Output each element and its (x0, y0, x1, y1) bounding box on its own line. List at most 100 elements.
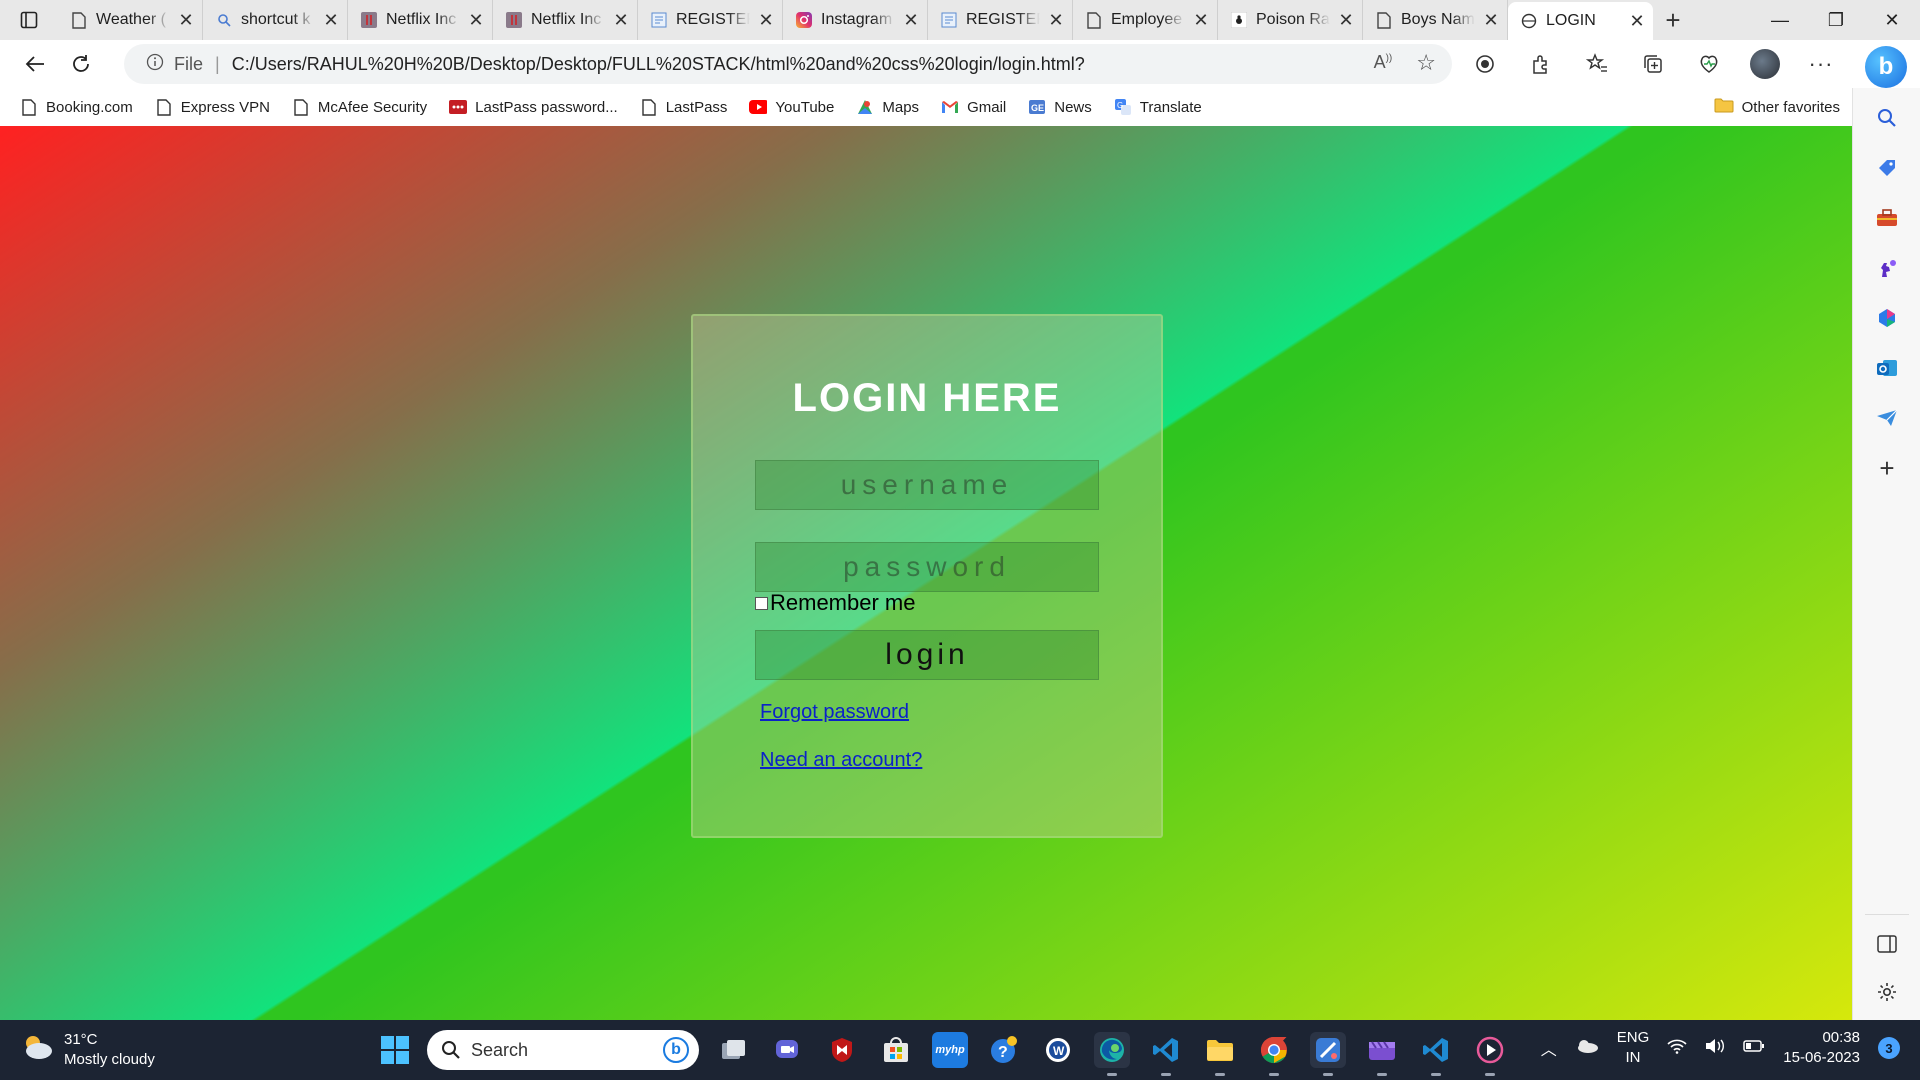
close-tab-icon[interactable]: ✕ (1048, 10, 1064, 31)
favorites-icon[interactable] (1580, 46, 1614, 82)
task-view-icon[interactable] (716, 1032, 752, 1068)
close-tab-icon[interactable]: ✕ (323, 10, 339, 31)
bookmark-youtube[interactable]: YouTube (749, 98, 834, 116)
clipchamp-icon[interactable] (1364, 1032, 1400, 1076)
remember-checkbox[interactable] (755, 596, 768, 610)
tab-employee[interactable]: Employee ✕ (1073, 0, 1218, 40)
new-tab-button[interactable]: + (1653, 5, 1693, 36)
clock[interactable]: 00:38 15-06-2023 (1783, 1028, 1860, 1068)
username-input[interactable]: username (755, 460, 1099, 510)
copilot-button[interactable]: b (1865, 46, 1907, 88)
edge-browser-icon[interactable] (1094, 1032, 1130, 1076)
forgot-password-link[interactable]: Forgot password (760, 701, 909, 724)
tools-icon[interactable] (1873, 204, 1901, 232)
language-indicator[interactable]: ENG IN (1617, 1028, 1650, 1068)
restore-button[interactable]: ❐ (1808, 0, 1864, 40)
chevron-up-icon[interactable]: ︿ (1541, 1036, 1557, 1060)
close-tab-icon[interactable]: ✕ (758, 10, 774, 31)
back-arrow-icon (25, 56, 44, 72)
battery-icon[interactable] (1743, 1039, 1765, 1057)
hide-sidebar-icon[interactable] (1873, 930, 1901, 958)
other-favorites[interactable]: Other favorites (1714, 97, 1840, 117)
need-account-link[interactable]: Need an account? (760, 749, 922, 772)
close-tab-icon[interactable]: ✕ (1338, 10, 1354, 31)
bookmark-maps[interactable]: Maps (856, 98, 919, 116)
back-button[interactable] (12, 44, 58, 84)
bookmark-gmail[interactable]: Gmail (941, 98, 1006, 116)
ant-icon (1230, 11, 1248, 29)
close-tab-icon[interactable]: ✕ (178, 10, 194, 31)
add-icon[interactable]: + (1873, 453, 1901, 483)
close-tab-icon[interactable]: ✕ (1193, 10, 1209, 31)
login-button[interactable]: login (755, 630, 1099, 680)
minimize-button[interactable]: — (1752, 0, 1808, 40)
tab-login[interactable]: LOGIN ✕ (1508, 2, 1653, 40)
refresh-button[interactable] (58, 44, 104, 84)
refresh-icon (73, 55, 89, 72)
url-text[interactable]: C:/Users/RAHUL%20H%20B/Desktop/Desktop/F… (232, 54, 1085, 75)
tab-poison[interactable]: Poison Ra ✕ (1218, 0, 1363, 40)
send-icon[interactable] (1873, 404, 1901, 432)
close-window-button[interactable]: ✕ (1864, 0, 1920, 40)
profile-avatar[interactable] (1748, 46, 1782, 82)
tab-instagram[interactable]: Instagram ✕ (783, 0, 928, 40)
tab-weather[interactable]: Weather ( ✕ (58, 0, 203, 40)
get-help-icon[interactable]: ? (986, 1032, 1022, 1068)
games-icon[interactable] (1873, 254, 1901, 282)
wifi-icon[interactable] (1667, 1038, 1687, 1058)
microsoft-store-icon[interactable] (878, 1032, 914, 1068)
bookmark-lastpass-password[interactable]: LastPass password... (449, 98, 618, 116)
volume-icon[interactable] (1705, 1038, 1725, 1058)
bookmark-news[interactable]: GE News (1028, 98, 1092, 116)
read-aloud-icon[interactable]: A)) (1374, 52, 1393, 74)
sidebar-settings-icon[interactable] (1873, 978, 1901, 1006)
browser-essentials-icon[interactable] (1692, 46, 1726, 82)
mcafee-icon[interactable] (824, 1032, 860, 1068)
start-button[interactable] (377, 1032, 413, 1068)
collections-icon[interactable] (1636, 46, 1670, 82)
notification-badge[interactable]: 3 (1878, 1037, 1900, 1059)
chrome-icon[interactable] (1256, 1032, 1292, 1076)
tab-title: Netflix Inc (386, 11, 457, 28)
snipping-tool-icon[interactable] (1310, 1032, 1346, 1076)
more-options-icon[interactable]: ··· (1804, 46, 1838, 82)
file-explorer-icon[interactable] (1202, 1032, 1238, 1076)
tab-boys-names[interactable]: Boys Nam ✕ (1363, 0, 1508, 40)
address-bar[interactable]: File | C:/Users/RAHUL%20H%20B/Desktop/De… (124, 44, 1452, 84)
system-tray: ︿ ENG IN 00:38 15-06-2023 3 (1541, 1028, 1900, 1068)
vscode-icon[interactable] (1418, 1032, 1454, 1076)
tab-register-2[interactable]: REGISTER ✕ (928, 0, 1073, 40)
tab-netflix-1[interactable]: Netflix Inc ✕ (348, 0, 493, 40)
extensions-icon[interactable] (1524, 46, 1558, 82)
screen-record-icon[interactable] (1468, 46, 1502, 82)
bookmark-booking[interactable]: Booking.com (20, 98, 133, 116)
close-tab-icon[interactable]: ✕ (1483, 10, 1499, 31)
close-tab-icon[interactable]: ✕ (903, 10, 919, 31)
info-icon[interactable] (146, 53, 164, 76)
bookmark-express-vpn[interactable]: Express VPN (155, 98, 270, 116)
favorite-star-icon[interactable]: ☆ (1416, 52, 1436, 74)
weather-widget[interactable]: 31°C Mostly cloudy (20, 1030, 155, 1070)
onedrive-cloud-icon[interactable] (1575, 1039, 1599, 1057)
close-tab-icon[interactable]: ✕ (613, 10, 629, 31)
shopping-tag-icon[interactable] (1873, 154, 1901, 182)
writer-app-icon[interactable]: W (1040, 1032, 1076, 1068)
tab-netflix-2[interactable]: Netflix Inc ✕ (493, 0, 638, 40)
vscode-icon[interactable] (1148, 1032, 1184, 1076)
microsoft-365-icon[interactable] (1873, 304, 1901, 332)
close-tab-icon[interactable]: ✕ (1629, 11, 1645, 32)
close-tab-icon[interactable]: ✕ (468, 10, 484, 31)
myhp-icon[interactable]: myhp (932, 1032, 968, 1068)
tab-register-1[interactable]: REGISTER ✕ (638, 0, 783, 40)
outlook-icon[interactable] (1873, 354, 1901, 382)
media-player-icon[interactable] (1472, 1032, 1508, 1076)
taskbar-search[interactable]: Search b (427, 1030, 699, 1070)
password-input[interactable]: password (755, 542, 1099, 592)
bookmark-translate[interactable]: G Translate (1114, 98, 1202, 116)
tab-shortcut[interactable]: shortcut k ✕ (203, 0, 348, 40)
bookmark-lastpass[interactable]: LastPass (640, 98, 727, 116)
tab-actions-button[interactable] (0, 0, 58, 40)
search-icon[interactable] (1873, 104, 1901, 132)
teams-chat-icon[interactable] (770, 1032, 806, 1068)
bookmark-mcafee[interactable]: McAfee Security (292, 98, 427, 116)
